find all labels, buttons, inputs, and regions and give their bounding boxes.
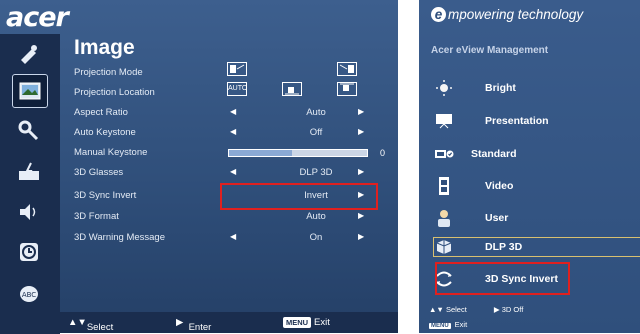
row-label: Auto Keystone [74,127,136,138]
row-value: Auto [306,107,326,118]
tagline-text: mpowering technology [448,7,584,22]
row-value: Auto [306,211,326,222]
row-label: Aspect Ratio [74,107,128,118]
row-label: 3D Warning Message [74,232,165,243]
mode-label: Presentation [485,115,549,127]
highlight-3d-sync-invert-mode [435,262,570,295]
acer-logo: acer [6,2,69,33]
keystone-fill [229,150,293,156]
row-label: 3D Glasses [74,167,124,178]
mode-label: Video [485,180,514,192]
image-icon[interactable] [12,74,48,108]
row-value: DLP 3D [299,167,333,178]
mode-label: DLP 3D [485,241,523,253]
menu-row-auto-keystone[interactable]: Auto Keystone ◀ Off ▶ [64,123,398,141]
arrow-left-icon[interactable]: ◀ [230,127,236,136]
arrow-right-icon[interactable]: ▶ [358,167,364,176]
mode-dlp-3d[interactable]: DLP 3D [431,234,640,260]
speaker-icon[interactable] [12,196,46,228]
arrow-left-icon[interactable]: ◀ [230,232,236,241]
management-icon[interactable] [12,156,46,188]
row-label: Projection Location [74,87,155,98]
menu-key-icon[interactable]: MENU [283,317,312,328]
tagline: e mpowering technology [431,7,583,22]
mode-user[interactable]: User [431,205,640,231]
arrow-right-icon[interactable]: ▶ [358,127,364,136]
osd-sidebar: ABC [0,34,60,334]
exit-label: Exit [454,320,468,329]
eview-footer-exit: MENU Exit [429,320,467,329]
standard-icon [433,145,455,163]
highlight-3d-sync-invert [220,183,378,210]
mode-label: User [485,212,509,224]
image-osd-panel: acer ABC Image Projection Mode Projectio… [0,0,398,334]
select-label: Select [445,305,467,314]
keystone-value: 0 [380,148,386,158]
arrow-left-icon[interactable]: ◀ [230,167,236,176]
mode-label: Bright [485,82,516,94]
enter-label: Enter [188,322,212,333]
exit-label: Exit [314,317,330,328]
e-logo-icon: e [431,7,446,22]
sync-status: 3D Off [501,305,524,314]
menu-row-aspect-ratio[interactable]: Aspect Ratio ◀ Auto ▶ [64,103,398,121]
color-wrench-icon[interactable] [12,38,46,70]
mode-presentation[interactable]: Presentation [431,108,640,134]
row-value: On [309,232,323,243]
arrow-left-icon[interactable]: ◀ [230,107,236,116]
select-label: Select [86,322,114,333]
row-label: 3D Sync Invert [74,190,137,201]
mode-video[interactable]: Video [431,173,640,199]
eview-panel: e mpowering technology Acer eView Managem… [419,0,640,333]
eview-footer-select: ▲▼ Select ▶ 3D Off [429,305,524,314]
row-value: Off [309,127,323,138]
arrow-right-icon[interactable]: ▶ [358,107,364,116]
eview-title: Acer eView Management [431,45,549,56]
sun-icon [433,79,455,97]
select-hint: ▲▼ Select [68,317,114,333]
arrow-right-icon[interactable]: ▶ [358,211,364,220]
row-label: Projection Mode [74,67,143,78]
page-title: Image [74,36,135,59]
svg-text:ABC: ABC [22,291,36,299]
film-icon [433,177,455,195]
front-projection-icon[interactable] [227,62,247,76]
mode-bright[interactable]: Bright [431,75,640,101]
menu-row-3d-warning-message[interactable]: 3D Warning Message ◀ On ▶ [64,228,398,246]
settings-tools-icon[interactable] [12,114,46,146]
location-desk-icon[interactable] [282,82,302,96]
rear-projection-icon[interactable] [337,62,357,76]
user-icon [433,209,455,227]
menu-key-icon[interactable]: MENU [429,323,451,329]
menu-row-3d-glasses[interactable]: 3D Glasses ◀ DLP 3D ▶ [64,163,398,181]
location-auto-icon[interactable]: AUTO [227,82,247,96]
enter-hint: ▶ Enter [176,317,212,333]
presentation-icon [433,112,455,130]
row-label: Manual Keystone [74,147,148,158]
row-label: 3D Format [74,211,119,222]
osd-footer: ▲▼ Select ▶ Enter MENU Exit [60,312,398,333]
timer-icon[interactable] [12,236,46,268]
cube-icon [433,238,455,256]
manual-keystone-slider[interactable] [228,149,368,157]
mode-label: Standard [471,148,517,160]
arrow-right-icon[interactable]: ▶ [358,232,364,241]
mode-standard[interactable]: Standard [431,141,640,167]
language-icon[interactable]: ABC [12,278,46,310]
location-ceiling-icon[interactable] [337,82,357,96]
